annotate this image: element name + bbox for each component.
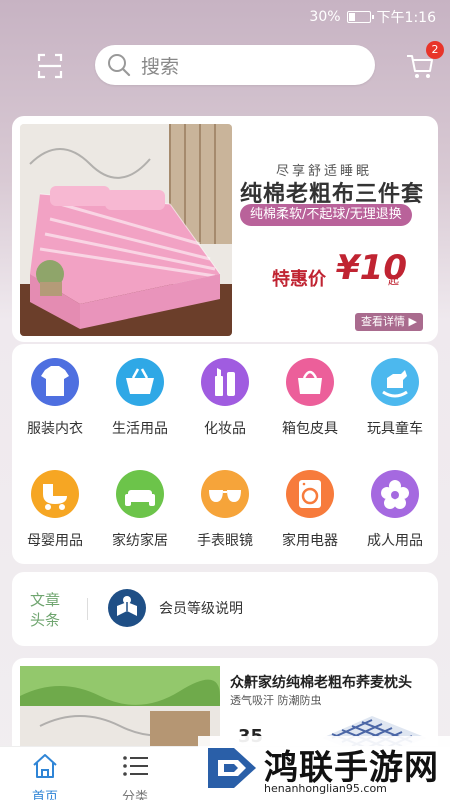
watermark: 鸿联手游网 henanhonglian95.com [198, 736, 450, 800]
article-link[interactable]: 会员等级说明 [159, 598, 243, 618]
category-label: 生活用品 [112, 421, 168, 437]
washing-machine-icon [286, 470, 334, 518]
basket-icon [116, 358, 164, 406]
category-item[interactable]: 箱包皮具 [268, 358, 352, 438]
cosmetics-icon [201, 358, 249, 406]
category-label: 玩具童车 [367, 421, 423, 437]
search-placeholder: 搜索 [141, 55, 180, 78]
bedding-product-image [20, 124, 232, 336]
scan-icon [37, 53, 63, 79]
battery-percent: 30% [309, 9, 341, 25]
category-label: 箱包皮具 [282, 421, 338, 437]
category-item[interactable]: 母婴用品 [13, 470, 97, 550]
banner-feature-pill: 纯棉柔软/不起球/无理退换 [240, 204, 412, 226]
banner-detail-button[interactable]: 查看详情 ▶ [355, 313, 423, 331]
product-subtitle: 透气吸汗 防潮防虫 [230, 694, 322, 707]
category-label: 家用电器 [282, 533, 338, 549]
handbag-icon [286, 358, 334, 406]
flower-icon [371, 470, 419, 518]
category-item[interactable]: 成人用品 [353, 470, 437, 550]
watermark-logo [204, 742, 260, 794]
search-icon [108, 54, 131, 77]
rocking-horse-icon [371, 358, 419, 406]
banner-price-label: 特惠价 [272, 269, 326, 290]
clock: 下午1:16 [376, 10, 436, 26]
shirt-icon [31, 358, 79, 406]
sofa-icon [116, 470, 164, 518]
scan-button[interactable] [36, 52, 64, 80]
category-item[interactable]: 生活用品 [98, 358, 182, 438]
category-label: 成人用品 [367, 533, 423, 549]
nav-category-label: 分类 [121, 790, 148, 800]
category-item[interactable]: 家用电器 [268, 470, 352, 550]
reading-person-icon [108, 589, 146, 627]
category-label: 服装内衣 [27, 421, 83, 437]
battery-icon [346, 11, 374, 23]
divider [87, 598, 88, 620]
product-image [20, 666, 220, 758]
stroller-icon [31, 470, 79, 518]
nav-home-label: 首页 [31, 790, 58, 800]
category-label: 母婴用品 [27, 533, 83, 549]
category-item[interactable]: 家纺家居 [98, 470, 182, 550]
article-headline-row[interactable]: 文章头条 会员等级说明 [12, 572, 438, 646]
glasses-icon [201, 470, 249, 518]
category-item[interactable]: 玩具童车 [353, 358, 437, 438]
category-item[interactable]: 化妆品 [183, 358, 267, 438]
nav-category[interactable]: 分类 [105, 751, 165, 800]
status-bar: 30% 下午1:16 [0, 0, 450, 32]
promo-banner[interactable] [12, 116, 438, 342]
cart-badge: 2 [426, 41, 444, 59]
article-tag: 文章头条 [30, 591, 61, 629]
category-label: 家纺家居 [112, 533, 168, 549]
search-input[interactable]: 搜索 [95, 45, 375, 85]
nav-home[interactable]: 首页 [15, 751, 75, 800]
home-icon [33, 754, 57, 778]
category-label: 手表眼镜 [197, 533, 253, 549]
category-item[interactable]: 手表眼镜 [183, 470, 267, 550]
list-icon [123, 756, 148, 776]
category-item[interactable]: 服装内衣 [13, 358, 97, 438]
category-label: 化妆品 [204, 421, 246, 437]
category-grid: 服装内衣 生活用品 化妆品 箱包皮具 玩具童车母婴用品 家纺家居 手表眼镜 家用电器 成人用品 [12, 344, 438, 564]
product-title: 众鼾家纺纯棉老粗布荞麦枕头 [230, 675, 412, 691]
watermark-url: henanhonglian95.com [264, 782, 387, 795]
banner-price-unit: 起 [388, 274, 399, 287]
